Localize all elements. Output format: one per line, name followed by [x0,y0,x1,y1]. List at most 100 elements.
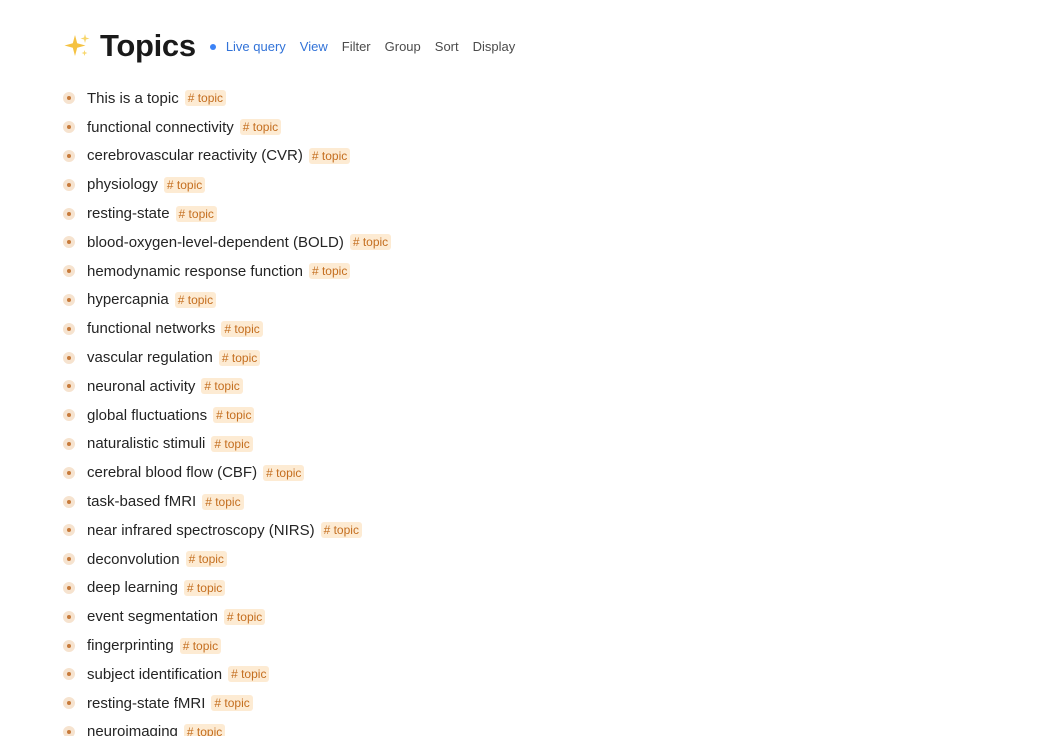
topic-tag[interactable]: # topic [308,263,351,280]
bullet-icon[interactable] [63,351,75,364]
list-item[interactable]: hypercapnia # topic [60,286,391,315]
list-item[interactable]: cerebral blood flow (CBF) # topic [60,458,391,487]
topic-list: This is a topic # topic functional connect… [60,84,392,736]
topic-tag[interactable]: # topic [308,147,351,164]
topic-label[interactable]: deep learning [87,579,178,596]
bullet-icon[interactable] [63,207,75,220]
list-item[interactable]: naturalistic stimuli # topic [60,430,391,459]
list-item[interactable]: resting-state fMRI # topic [60,689,391,718]
list-item[interactable]: subject identification # topic [60,660,391,689]
bullet-icon[interactable] [63,265,75,278]
topic-label[interactable]: task-based fMRI [87,493,196,510]
bullet-icon[interactable] [63,409,75,422]
topic-label[interactable]: cerebrovascular reactivity (CVR) [87,147,303,164]
topic-label[interactable]: global fluctuations [87,407,207,424]
bullet-icon[interactable] [63,149,75,162]
topic-label[interactable]: cerebral blood flow (CBF) [87,464,257,481]
topic-label[interactable]: fingerprinting [87,637,174,654]
list-item[interactable]: fingerprinting # topic [60,631,391,660]
topic-tag[interactable]: # topic [184,90,227,107]
bullet-icon[interactable] [63,178,75,191]
topic-label[interactable]: deconvolution [87,551,180,568]
topic-tag[interactable]: # topic [183,579,226,596]
topic-label[interactable]: hemodynamic response function [87,263,303,280]
list-item[interactable]: near infrared spectroscopy (NIRS) # topic [60,516,391,545]
topic-label[interactable]: resting-state fMRI [87,695,205,712]
group-button[interactable]: Group [385,39,421,54]
list-item[interactable]: cerebrovascular reactivity (CVR) # topic [60,142,391,171]
bullet-icon[interactable] [63,466,75,479]
bullet-icon[interactable] [63,697,75,710]
list-item[interactable]: neuroimaging # topic [60,718,391,736]
topic-label[interactable]: event segmentation [87,608,218,625]
bullet-icon[interactable] [63,581,75,594]
list-item[interactable]: deep learning # topic [60,574,391,603]
bullet-icon[interactable] [63,293,75,306]
bullet-icon[interactable] [63,322,75,335]
list-item[interactable]: functional networks # topic [60,314,391,343]
live-query-button[interactable]: Live query [226,39,286,54]
topic-label[interactable]: neuroimaging [87,723,178,736]
topic-label[interactable]: vascular regulation [87,349,213,366]
topic-label[interactable]: near infrared spectroscopy (NIRS) [87,522,315,539]
topic-tag[interactable]: # topic [163,176,206,193]
topic-label[interactable]: This is a topic [87,90,179,107]
topics-page: Topics Live query View Filter Group Sort… [0,0,1058,736]
topic-tag[interactable]: # topic [263,464,305,481]
list-item[interactable]: vascular regulation # topic [60,343,391,372]
view-button[interactable]: View [300,39,328,54]
display-button[interactable]: Display [473,39,516,54]
list-item[interactable]: resting-state # topic [60,199,391,228]
topic-tag[interactable]: # topic [320,522,362,539]
bullet-icon[interactable] [63,380,75,393]
list-item[interactable]: event segmentation # topic [60,602,391,631]
list-item[interactable]: task-based fMRI # topic [60,487,391,516]
sort-button[interactable]: Sort [435,39,459,54]
topic-label[interactable]: functional networks [87,320,215,337]
bullet-icon[interactable] [63,668,75,681]
topic-tag[interactable]: # topic [221,320,263,337]
bullet-icon[interactable] [63,524,75,537]
topic-label[interactable]: resting-state [87,205,170,222]
topic-tag[interactable]: # topic [218,349,261,366]
filter-button[interactable]: Filter [342,39,371,54]
topic-label[interactable]: subject identification [87,666,222,683]
bullet-icon[interactable] [63,121,75,134]
topic-tag[interactable]: # topic [179,637,222,654]
topic-tag[interactable]: # topic [175,205,217,222]
bullet-icon[interactable] [63,236,75,249]
topic-tag[interactable]: # topic [228,666,270,683]
list-item[interactable]: deconvolution # topic [60,545,391,574]
topic-tag[interactable]: # topic [239,119,282,136]
topic-label[interactable]: naturalistic stimuli [87,435,205,452]
bullet-icon[interactable] [63,553,75,566]
topic-tag[interactable]: # topic [223,608,266,625]
topic-tag[interactable]: # topic [213,407,255,424]
bullet-icon[interactable] [63,639,75,652]
topic-label[interactable]: hypercapnia [87,291,169,308]
bullet-icon[interactable] [63,610,75,623]
list-item[interactable]: This is a topic # topic [60,84,391,113]
topic-tag[interactable]: # topic [211,435,253,452]
topic-tag[interactable]: # topic [174,291,217,308]
topic-label[interactable]: physiology [87,176,158,193]
bullet-icon[interactable] [63,725,75,736]
topic-tag[interactable]: # topic [211,695,253,712]
bullet-icon[interactable] [63,92,75,105]
bullet-icon[interactable] [63,495,75,508]
bullet-icon[interactable] [63,437,75,450]
topic-label[interactable]: functional connectivity [87,119,234,136]
topic-tag[interactable]: # topic [183,723,226,736]
topic-tag[interactable]: # topic [202,493,244,510]
list-item[interactable]: neuronal activity # topic [60,372,391,401]
topic-tag[interactable]: # topic [349,234,392,251]
topic-tag[interactable]: # topic [201,378,243,395]
topic-label[interactable]: neuronal activity [87,378,195,395]
list-item[interactable]: physiology # topic [60,170,391,199]
list-item[interactable]: functional connectivity # topic [60,113,391,142]
list-item[interactable]: hemodynamic response function # topic [60,257,391,286]
topic-tag[interactable]: # topic [185,551,227,568]
list-item[interactable]: blood-oxygen-level-dependent (BOLD) # top… [60,228,392,257]
list-item[interactable]: global fluctuations # topic [60,401,391,430]
topic-label[interactable]: blood-oxygen-level-dependent (BOLD) [87,234,344,251]
